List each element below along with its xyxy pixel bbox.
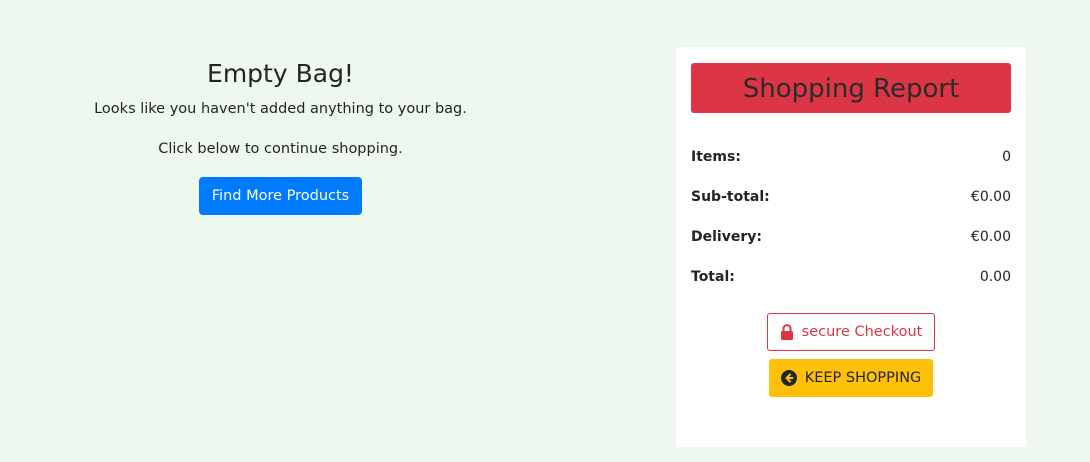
- continue-shopping-prompt: Click below to continue shopping.: [158, 141, 403, 157]
- summary-row-delivery: Delivery: €0.00: [691, 217, 1011, 257]
- lock-icon: [780, 324, 794, 340]
- empty-bag-title: Empty Bag!: [207, 59, 354, 88]
- report-actions: secure Checkout KEEP SHOPPING: [691, 313, 1011, 397]
- keep-shopping-button[interactable]: KEEP SHOPPING: [768, 359, 934, 397]
- keep-shopping-label: KEEP SHOPPING: [804, 370, 922, 386]
- summary-row-subtotal: Sub-total: €0.00: [691, 177, 1011, 217]
- summary-label: Total:: [691, 269, 735, 285]
- summary-row-items: Items: 0: [691, 137, 1011, 177]
- shopping-report-title: Shopping Report: [691, 63, 1011, 113]
- summary-value: 0.00: [979, 269, 1011, 285]
- summary-label: Items:: [691, 149, 741, 165]
- summary-value: €0.00: [970, 189, 1011, 205]
- report-summary: Items: 0 Sub-total: €0.00 Delivery: €0.0…: [691, 137, 1011, 297]
- summary-value: 0: [1002, 149, 1011, 165]
- empty-bag-section: Empty Bag! Looks like you haven't added …: [60, 57, 501, 215]
- summary-row-total: Total: 0.00: [691, 257, 1011, 297]
- summary-label: Delivery:: [691, 229, 762, 245]
- empty-bag-message: Looks like you haven't added anything to…: [94, 101, 467, 117]
- summary-value: €0.00: [970, 229, 1011, 245]
- secure-checkout-button[interactable]: secure Checkout: [766, 313, 936, 351]
- secure-checkout-label: secure Checkout: [801, 324, 923, 340]
- shopping-report-card: Shopping Report Items: 0 Sub-total: €0.0…: [676, 47, 1026, 447]
- page: Empty Bag! Looks like you haven't added …: [0, 0, 1090, 462]
- summary-label: Sub-total:: [691, 189, 770, 205]
- arrow-circle-left-icon: [780, 370, 797, 386]
- find-more-products-button[interactable]: Find More Products: [198, 177, 363, 215]
